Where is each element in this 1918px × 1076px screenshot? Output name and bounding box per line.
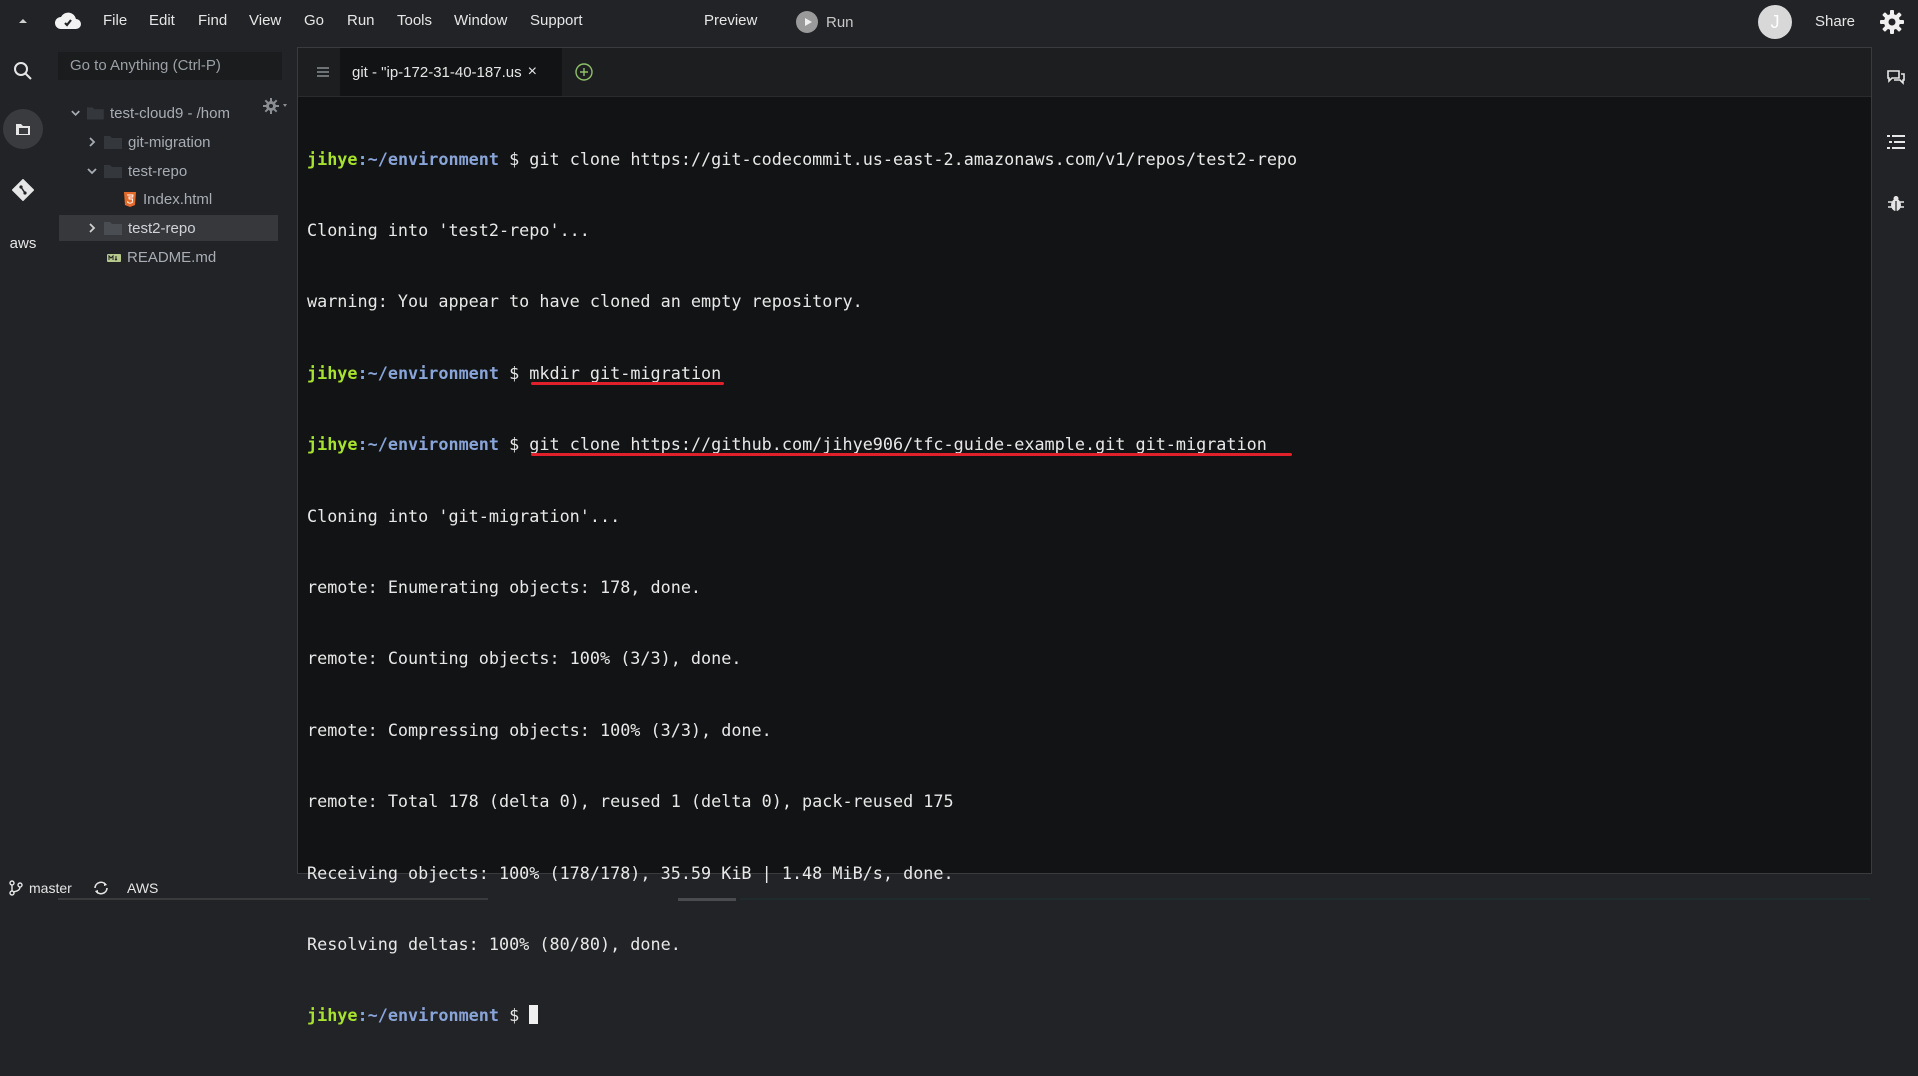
share-button[interactable]: Share xyxy=(1815,13,1855,30)
prompt-path: :~/environment xyxy=(357,434,499,455)
prompt-user: jihye xyxy=(307,362,358,383)
terminal-line: jihye:~/environment $ xyxy=(307,1004,1871,1028)
menu-window[interactable]: Window xyxy=(454,12,507,29)
prompt-symbol: $ xyxy=(498,434,530,455)
menu-run[interactable]: Run xyxy=(347,12,375,29)
sync-button[interactable] xyxy=(92,880,110,896)
prompt-user: jihye xyxy=(307,434,358,455)
divider xyxy=(740,898,1870,900)
branch-indicator[interactable]: master xyxy=(9,880,72,896)
chevron-down-icon xyxy=(87,168,97,175)
folder-icon xyxy=(104,165,122,178)
chevron-down-icon xyxy=(71,110,80,117)
play-icon xyxy=(796,11,818,33)
terminal-line: remote: Counting objects: 100% (3/3), do… xyxy=(307,648,742,669)
branch-name: master xyxy=(29,880,72,896)
sync-icon xyxy=(94,881,108,895)
tree-item-test2-repo[interactable]: test2-repo xyxy=(59,215,278,241)
files-icon[interactable] xyxy=(3,109,43,149)
folder-icon xyxy=(104,222,122,235)
menu-find[interactable]: Find xyxy=(198,12,227,29)
terminal-line: Cloning into 'test2-repo'... xyxy=(307,219,590,240)
folder-icon xyxy=(104,136,122,149)
command-text: git clone https://github.com/jihye906/tf… xyxy=(529,434,1267,455)
tree-item-test-repo[interactable]: test-repo xyxy=(86,158,278,184)
prompt-path: :~/environment xyxy=(357,362,499,383)
menu-tools[interactable]: Tools xyxy=(397,12,432,29)
aws-status[interactable]: AWS xyxy=(127,880,158,896)
tree-item-label: test-repo xyxy=(128,162,188,180)
prompt-symbol: $ xyxy=(498,1005,530,1026)
terminal-line: Resolving deltas: 100% (80/80), done. xyxy=(307,933,681,954)
activity-bar: aws xyxy=(0,44,46,864)
menu-edit[interactable]: Edit xyxy=(149,12,175,29)
tree-item-test-cloud9[interactable]: test-cloud9 - /hom xyxy=(70,100,230,126)
terminal-line: jihye:~/environment $ git clone https://… xyxy=(307,148,1871,172)
editor-panel: git - "ip-172-31-40-187.us × jihye:~/env… xyxy=(297,47,1872,1025)
red-underline-annotation xyxy=(531,453,1292,457)
tree-item-label: test-cloud9 - /hom xyxy=(109,104,230,122)
terminal-line: remote: Enumerating objects: 178, done. xyxy=(307,576,702,597)
run-label: Run xyxy=(826,13,854,31)
prompt-symbol: $ xyxy=(498,148,530,169)
terminal-line: jihye:~/environment $ git clone https://… xyxy=(307,433,1871,457)
aws-icon[interactable]: aws xyxy=(8,228,38,258)
run-button[interactable]: Run xyxy=(796,10,854,34)
cloud9-logo-icon[interactable] xyxy=(54,9,82,33)
tree-item-git-migration[interactable]: git-migration xyxy=(86,129,278,155)
hamburger-menu-icon[interactable] xyxy=(316,65,330,79)
gear-icon[interactable] xyxy=(1878,8,1906,36)
preview-button[interactable]: Preview xyxy=(704,12,757,29)
goto-anything-input[interactable]: Go to Anything (Ctrl-P) xyxy=(58,52,282,80)
chevron-right-icon xyxy=(89,223,96,233)
tab-bar: git - "ip-172-31-40-187.us × xyxy=(298,48,1871,97)
terminal-line: Cloning into 'git-migration'... xyxy=(307,505,621,526)
tree-item-label: git-migration xyxy=(128,133,211,151)
menu-file[interactable]: File xyxy=(103,12,127,29)
tree-item-label: README.md xyxy=(127,248,217,266)
command-text: mkdir git-migration xyxy=(529,362,722,383)
menu-view[interactable]: View xyxy=(249,12,281,29)
chevron-right-icon xyxy=(89,137,96,147)
markdown-file-icon xyxy=(107,253,121,262)
tree-item-label: test2-repo xyxy=(128,219,196,237)
git-branch-icon xyxy=(9,880,23,896)
avatar[interactable]: J xyxy=(1758,5,1792,39)
close-icon[interactable]: × xyxy=(528,63,537,81)
terminal-line: warning: You appear to have cloned an em… xyxy=(307,291,863,312)
menu-go[interactable]: Go xyxy=(304,12,324,29)
debugger-bug-icon[interactable] xyxy=(1886,194,1906,214)
prompt-path: :~/environment xyxy=(357,1005,499,1026)
add-tab-icon[interactable] xyxy=(574,62,594,82)
red-underline-annotation xyxy=(531,381,724,385)
terminal-output[interactable]: jihye:~/environment $ git clone https://… xyxy=(307,100,1871,1076)
search-icon[interactable] xyxy=(8,56,38,86)
divider xyxy=(58,898,488,900)
terminal-line: jihye:~/environment $ mkdir git-migratio… xyxy=(307,362,1871,386)
prompt-user: jihye xyxy=(307,1005,358,1026)
tab-title: git - "ip-172-31-40-187.us xyxy=(352,63,522,81)
git-icon[interactable] xyxy=(8,175,38,205)
tree-item-label: Index.html xyxy=(143,190,213,208)
terminal-cursor xyxy=(529,1005,539,1025)
menubar: File Edit Find View Go Run Tools Window … xyxy=(0,0,1918,44)
outline-list-icon[interactable] xyxy=(1886,132,1906,152)
command-text: git clone https://git-codecommit.us-east… xyxy=(529,148,1298,169)
tree-item-index-html[interactable]: Index.html xyxy=(123,186,283,212)
tree-settings-gear-icon[interactable] xyxy=(262,96,290,116)
aws-status-label: AWS xyxy=(127,880,159,896)
tree-item-readme[interactable]: README.md xyxy=(107,244,277,270)
prompt-user: jihye xyxy=(307,148,358,169)
folder-icon xyxy=(87,107,104,120)
collapse-up-icon[interactable] xyxy=(16,14,30,28)
terminal-line: remote: Compressing objects: 100% (3/3),… xyxy=(307,719,772,740)
right-bar xyxy=(1872,44,1918,864)
prompt-symbol: $ xyxy=(498,362,530,383)
terminal-line: remote: Total 178 (delta 0), reused 1 (d… xyxy=(307,791,954,812)
collaborate-icon[interactable] xyxy=(1886,68,1906,88)
menu-support[interactable]: Support xyxy=(530,12,583,29)
html5-file-icon xyxy=(124,191,136,207)
tab-terminal[interactable]: git - "ip-172-31-40-187.us × xyxy=(340,48,562,96)
prompt-path: :~/environment xyxy=(357,148,499,169)
